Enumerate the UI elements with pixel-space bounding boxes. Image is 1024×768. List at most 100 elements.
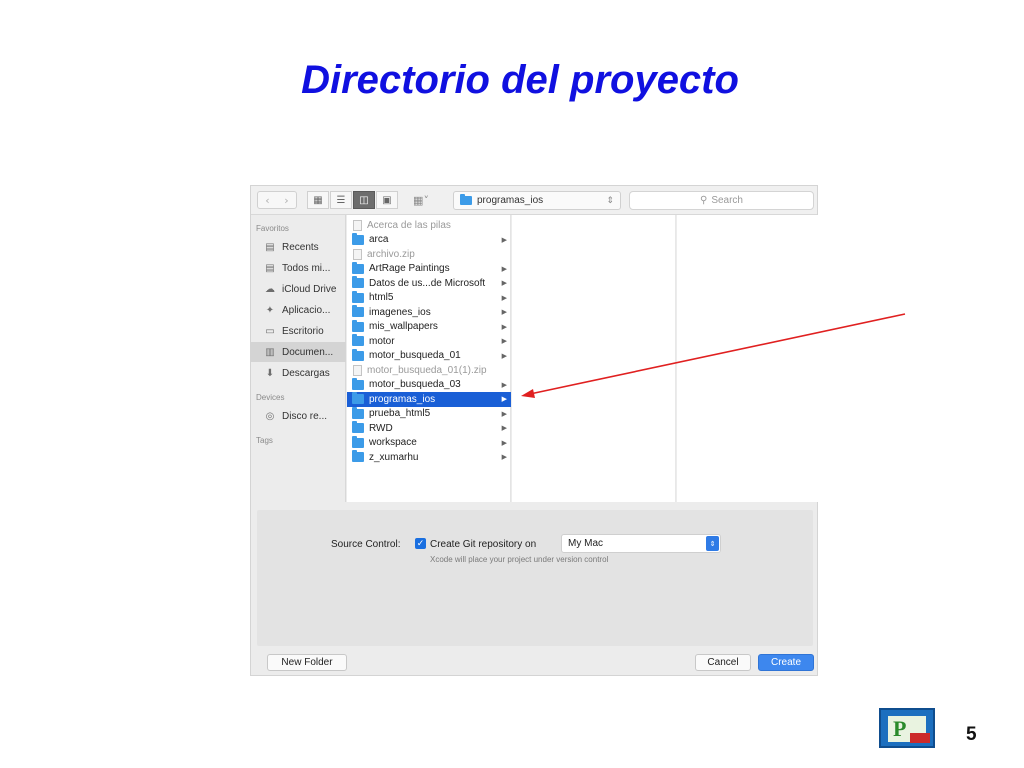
source-control-hint: Xcode will place your project under vers… — [430, 555, 609, 564]
disclosure-arrow-icon: ▶ — [501, 338, 507, 346]
disclosure-arrow-icon: ▶ — [501, 410, 507, 418]
history-navigation: ‹ › — [257, 191, 297, 209]
sidebar-item[interactable]: ⬇ Descargas — [251, 363, 346, 383]
save-dialog: ‹ › ▦ ☰ ◫ ▣ ▦˅ programas_ios ⇕ ⚲ Search … — [250, 185, 818, 676]
create-button[interactable]: Create — [758, 654, 814, 671]
arrange-menu-icon[interactable]: ▦˅ — [409, 191, 433, 209]
folder-row[interactable]: prueba_html5 ▶ — [347, 406, 511, 422]
file-icon — [353, 248, 362, 260]
column-view-icon[interactable]: ◫ — [353, 191, 375, 209]
row-name: motor_busqueda_01(1).zip — [367, 364, 487, 376]
disclosure-arrow-icon: ▶ — [501, 323, 507, 331]
disclosure-arrow-icon: ▶ — [501, 236, 507, 244]
file-row[interactable]: archivo.zip — [347, 247, 511, 262]
file-row[interactable]: Acerca de las pilas — [347, 218, 511, 233]
folder-row[interactable]: mis_wallpapers ▶ — [347, 319, 511, 335]
folder-row[interactable]: imagenes_ios ▶ — [347, 305, 511, 320]
sidebar-device-item[interactable]: ◎ Disco re... — [251, 406, 346, 426]
chevron-left-icon[interactable]: ‹ — [258, 194, 277, 207]
git-location-select[interactable]: My Mac ⇕ — [561, 534, 721, 553]
icon-view-icon[interactable]: ▦ — [307, 191, 329, 209]
sidebar-item[interactable]: ☁ iCloud Drive — [251, 279, 346, 299]
git-repository-checkbox[interactable]: ✓ — [415, 538, 426, 549]
folder-row[interactable]: Datos de us...de Microsoft ▶ — [347, 276, 511, 291]
folder-icon — [352, 450, 364, 463]
folder-icon — [352, 290, 364, 303]
row-name: RWD — [369, 422, 393, 434]
folder-icon — [352, 392, 364, 405]
folder-row[interactable]: z_xumarhu ▶ — [347, 450, 511, 465]
list-view-icon[interactable]: ☰ — [330, 191, 352, 209]
search-placeholder: Search — [711, 195, 743, 206]
stepper-icon: ⇕ — [706, 536, 719, 551]
gallery-view-icon[interactable]: ▣ — [376, 191, 398, 209]
folder-row[interactable]: motor_busqueda_03 ▶ — [347, 377, 511, 393]
row-name: prueba_html5 — [369, 408, 431, 420]
sidebar-item-label: iCloud Drive — [282, 283, 337, 295]
folder-row[interactable]: RWD ▶ — [347, 421, 511, 436]
source-control-label: Source Control: — [331, 539, 401, 550]
disclosure-arrow-icon: ▶ — [501, 381, 507, 389]
disclosure-arrow-icon: ▶ — [501, 396, 507, 404]
folder-icon — [352, 232, 364, 245]
sidebar-item-label: Disco re... — [282, 410, 328, 422]
page-number: 5 — [966, 724, 977, 745]
row-name: Acerca de las pilas — [367, 219, 451, 231]
sidebar-item[interactable]: ▤ Todos mi... — [251, 258, 346, 278]
downloads-icon: ⬇ — [265, 367, 275, 379]
path-popup[interactable]: programas_ios ⇕ — [453, 191, 621, 210]
path-label: programas_ios — [477, 195, 544, 206]
folder-row[interactable]: motor ▶ — [347, 334, 511, 349]
folder-row[interactable]: programas_ios ▶ — [347, 392, 511, 407]
applications-icon: ✦ — [265, 304, 275, 316]
row-name: z_xumarhu — [369, 451, 419, 463]
folder-icon — [352, 305, 364, 318]
folder-row[interactable]: workspace ▶ — [347, 435, 511, 451]
folder-icon — [352, 435, 364, 448]
search-icon: ⚲ — [699, 195, 708, 206]
sidebar-item-label: Todos mi... — [282, 262, 331, 274]
row-name: workspace — [369, 437, 417, 449]
sidebar-item-label: Aplicacio... — [282, 304, 331, 316]
row-name: arca — [369, 234, 389, 246]
dialog-toolbar: ‹ › ▦ ☰ ◫ ▣ ▦˅ programas_ios ⇕ ⚲ Search — [251, 186, 817, 215]
chevron-updown-icon: ⇕ — [606, 195, 614, 205]
cancel-button[interactable]: Cancel — [695, 654, 751, 671]
row-name: programas_ios — [369, 393, 436, 405]
sidebar-item[interactable]: ▭ Escritorio — [251, 321, 346, 341]
file-icon — [353, 219, 362, 231]
empty-column-2 — [677, 215, 818, 502]
folder-icon — [352, 406, 364, 419]
sidebar-item-label: Descargas — [282, 367, 330, 379]
folder-icon — [352, 276, 364, 289]
disclosure-arrow-icon: ▶ — [501, 309, 507, 317]
finder-sidebar: Favoritos ▤ Recents ▤ Todos mi... ☁ iCloud Dr… — [251, 215, 346, 502]
documents-icon: ▥ — [265, 346, 275, 358]
chevron-right-icon[interactable]: › — [277, 194, 296, 207]
folder-icon — [460, 194, 472, 205]
file-row[interactable]: motor_busqueda_01(1).zip — [347, 363, 511, 378]
disclosure-arrow-icon: ▶ — [501, 454, 507, 462]
row-name: Datos de us...de Microsoft — [369, 277, 486, 289]
git-location-value: My Mac — [568, 538, 603, 549]
sidebar-item[interactable]: ▤ Recents — [251, 237, 346, 257]
search-input[interactable]: ⚲ Search — [629, 191, 814, 210]
disclosure-arrow-icon: ▶ — [501, 294, 507, 302]
git-checkbox-label: Create Git repository on — [430, 539, 537, 550]
disclosure-arrow-icon: ▶ — [501, 265, 507, 273]
recents-icon: ▤ — [265, 241, 275, 253]
folder-icon — [352, 334, 364, 347]
folder-row[interactable]: html5 ▶ — [347, 290, 511, 306]
sidebar-item[interactable]: ✦ Aplicacio... — [251, 300, 346, 320]
folder-icon — [352, 377, 364, 390]
desktop-icon: ▭ — [265, 325, 275, 337]
brand-logo: P — [879, 708, 935, 748]
folder-row[interactable]: ArtRage Paintings ▶ — [347, 261, 511, 277]
folder-row[interactable]: motor_busqueda_01 ▶ — [347, 348, 511, 364]
new-folder-button[interactable]: New Folder — [267, 654, 347, 671]
row-name: ArtRage Paintings — [369, 263, 450, 275]
file-column: Acerca de las pilas arca ▶ archivo.zip ArtRa… — [347, 215, 511, 502]
sidebar-item[interactable]: ▥ Documen... — [251, 342, 346, 362]
folder-icon — [352, 348, 364, 361]
folder-row[interactable]: arca ▶ — [347, 232, 511, 248]
